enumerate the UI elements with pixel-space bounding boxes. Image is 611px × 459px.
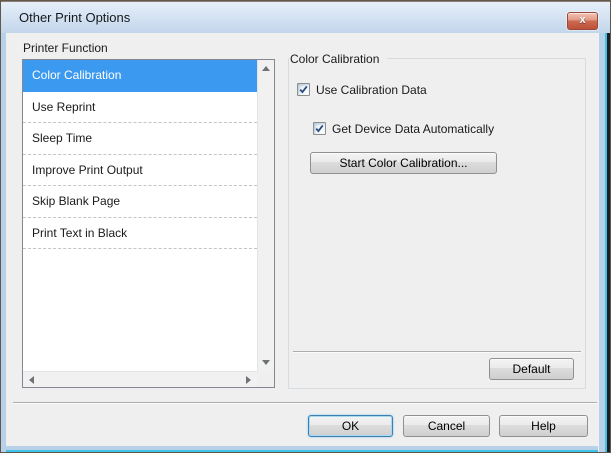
list-item[interactable]: Sleep Time (23, 123, 257, 155)
scrollbar-corner (257, 371, 274, 387)
list-item[interactable]: Use Reprint (23, 92, 257, 124)
get-device-data-checkbox[interactable]: Get Device Data Automatically (313, 121, 494, 136)
scroll-left-icon (29, 376, 34, 384)
checkbox-label: Get Device Data Automatically (332, 122, 494, 136)
ok-button[interactable]: OK (308, 415, 393, 437)
window-title: Other Print Options (19, 10, 130, 25)
printer-function-list: Color CalibrationUse ReprintSleep TimeIm… (22, 59, 275, 388)
help-button[interactable]: Help (499, 415, 588, 437)
title-bar[interactable]: Other Print Options (1, 1, 610, 33)
scroll-up-icon (262, 66, 270, 71)
vertical-scrollbar[interactable] (257, 60, 274, 371)
other-print-options-dialog: Other Print Options x Printer Function C… (0, 0, 611, 453)
scroll-right-icon (246, 376, 251, 384)
checkbox-label: Use Calibration Data (316, 83, 427, 97)
scroll-up-button[interactable] (258, 60, 274, 77)
close-icon: x (579, 15, 585, 26)
scroll-right-button[interactable] (240, 372, 257, 387)
checkbox-box[interactable] (297, 83, 310, 96)
list-item[interactable]: Improve Print Output (23, 155, 257, 187)
horizontal-scrollbar[interactable] (23, 371, 257, 387)
checkmark-icon (314, 123, 325, 134)
printer-function-label: Printer Function (23, 41, 108, 55)
cancel-button[interactable]: Cancel (403, 415, 490, 437)
group-separator (293, 351, 581, 353)
checkbox-box[interactable] (313, 122, 326, 135)
window-frame-left (1, 32, 6, 452)
color-calibration-group: Color Calibration Use Calibration Data G… (288, 58, 586, 389)
window-frame-right (598, 32, 610, 452)
list-item[interactable]: Print Text in Black (23, 218, 257, 250)
list-item[interactable]: Color Calibration (23, 60, 257, 92)
scroll-left-button[interactable] (23, 372, 40, 387)
printer-function-list-items: Color CalibrationUse ReprintSleep TimeIm… (23, 60, 257, 371)
group-title: Color Calibration (289, 52, 387, 66)
checkmark-icon (298, 84, 309, 95)
close-button[interactable]: x (567, 12, 598, 30)
default-button[interactable]: Default (489, 358, 574, 380)
list-item[interactable]: Skip Blank Page (23, 186, 257, 218)
window-frame-bottom (1, 446, 610, 452)
footer-separator (13, 402, 597, 404)
scroll-down-icon (262, 360, 270, 365)
scroll-down-button[interactable] (258, 354, 274, 371)
use-calibration-data-checkbox[interactable]: Use Calibration Data (297, 82, 427, 97)
start-color-calibration-button[interactable]: Start Color Calibration... (310, 152, 497, 174)
